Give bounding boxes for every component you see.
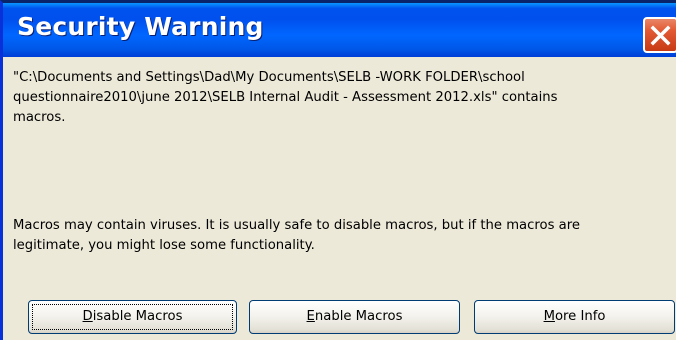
more-info-mnemonic: M <box>543 309 555 324</box>
security-warning-dialog: Security Warning "C:\Documents and Setti… <box>0 0 676 340</box>
enable-macros-label: nable Macros <box>314 309 403 324</box>
macro-file-message-line-3: macros. <box>13 110 66 125</box>
disable-macros-label: isable Macros <box>92 309 183 324</box>
macro-warning-line-1: Macros may contain viruses. It is usuall… <box>13 218 580 233</box>
more-info-button[interactable]: More Info <box>474 300 675 334</box>
macro-warning-line-2: legitimate, you might lose some function… <box>13 238 315 253</box>
title-bar[interactable]: Security Warning <box>3 3 676 57</box>
close-button[interactable] <box>643 17 676 53</box>
disable-macros-button[interactable]: Disable Macros <box>28 300 237 334</box>
dialog-title: Security Warning <box>17 12 264 41</box>
disable-macros-mnemonic: D <box>82 309 93 324</box>
enable-macros-button[interactable]: Enable Macros <box>249 300 460 334</box>
macro-file-message-line-1: "C:\Documents and Settings\Dad\My Docume… <box>13 70 525 85</box>
more-info-label: ore Info <box>554 309 606 324</box>
macro-file-message-line-2: questionnaire2010\june 2012\SELB Interna… <box>13 90 558 105</box>
close-icon <box>650 25 671 46</box>
enable-macros-mnemonic: E <box>306 309 315 324</box>
